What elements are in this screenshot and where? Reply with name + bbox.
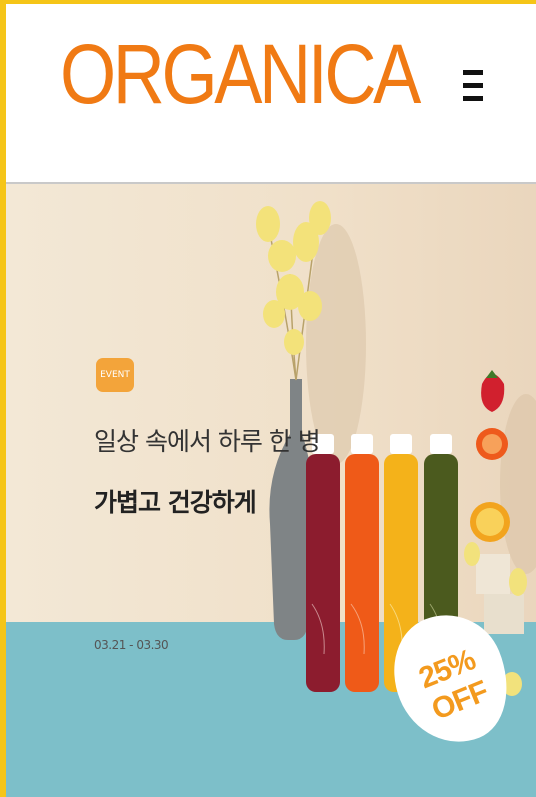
bottle-orange bbox=[345, 434, 379, 692]
menu-line bbox=[463, 83, 483, 88]
event-badge[interactable]: EVENT bbox=[96, 358, 134, 392]
page-frame: ORGANICA EVENT 일상 속에서 하루 한 병 가볍고 건강하게 03… bbox=[6, 4, 536, 797]
menu-line bbox=[463, 96, 483, 101]
hero-headline-line1: 일상 속에서 하루 한 병 bbox=[94, 427, 321, 456]
menu-line bbox=[463, 70, 483, 75]
site-header: ORGANICA bbox=[6, 4, 536, 184]
hero-headline-line2: 가볍고 건강하게 bbox=[94, 488, 257, 517]
brand-logo[interactable]: ORGANICA bbox=[60, 32, 421, 116]
bottle-red bbox=[306, 434, 340, 692]
event-date-range: 03.21 - 03.30 bbox=[94, 638, 169, 652]
fruit-shadow bbox=[500, 394, 536, 574]
hero-banner[interactable]: EVENT 일상 속에서 하루 한 병 가볍고 건강하게 03.21 - 03.… bbox=[6, 184, 536, 797]
hamburger-menu-icon[interactable] bbox=[461, 70, 485, 116]
